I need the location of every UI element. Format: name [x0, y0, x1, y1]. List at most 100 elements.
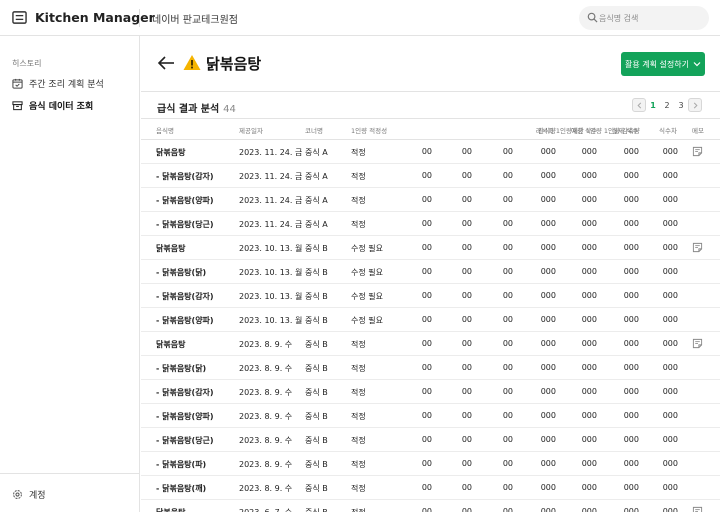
expected-count: 000	[581, 291, 597, 300]
serve-date: 2023. 8. 9. 수	[239, 340, 293, 349]
portion-reduction: 00	[502, 507, 513, 512]
limit-portion: 00	[461, 387, 472, 396]
search-box[interactable]	[579, 6, 709, 30]
corner-name: 중식 A	[305, 220, 328, 229]
sidebar-item-label: 주간 조리 계획 분석	[29, 79, 104, 90]
expected-count: 000	[581, 411, 597, 420]
memo-icon[interactable]	[692, 338, 703, 349]
actual-count: 000	[623, 195, 639, 204]
plan-settings-button[interactable]: 활용 계획 설정하기	[621, 52, 705, 76]
column-header[interactable]: 식수차	[659, 125, 677, 135]
portion-fitness: 적정	[351, 412, 366, 421]
top-bar: Kitchen Manager 네이버 판교테크원점	[0, 0, 720, 36]
food-name: 닭볶음탕	[156, 148, 186, 157]
expected-count: 000	[581, 339, 597, 348]
search-input[interactable]	[599, 10, 703, 26]
column-header[interactable]: 잔식량	[538, 125, 556, 135]
table-row[interactable]: 닭볶음탕 2023. 10. 13. 월 중식 B 수정 필요 00 00 00 000 000…	[141, 236, 720, 260]
expected-count: 000	[581, 387, 597, 396]
portion-reduction: 00	[502, 435, 513, 444]
recipe-portion: 00	[421, 435, 432, 444]
limit-portion: 00	[461, 291, 472, 300]
sidebar-item-weekly-plan[interactable]: 주간 조리 계획 분석	[12, 75, 104, 91]
memo-icon[interactable]	[692, 242, 703, 253]
limit-portion: 00	[461, 171, 472, 180]
leftover-amount: 000	[540, 267, 556, 276]
table-row[interactable]: 닭볶음탕 2023. 8. 9. 수 중식 B 적정 00 00 00 000 000 000 00…	[141, 332, 720, 356]
portion-reduction: 00	[502, 267, 513, 276]
recipe-portion: 00	[421, 507, 432, 512]
sidebar-item-food-data[interactable]: 음식 데이터 조회	[12, 97, 93, 113]
limit-portion: 00	[461, 267, 472, 276]
limit-portion: 00	[461, 243, 472, 252]
column-header[interactable]: 메모	[692, 125, 704, 135]
leftover-amount: 000	[540, 243, 556, 252]
store-name: 네이버 판교테크원점	[152, 15, 238, 26]
serve-date: 2023. 10. 13. 월	[239, 244, 303, 253]
memo-icon[interactable]	[692, 506, 703, 512]
table-row[interactable]: - 닭볶음탕(양파) 2023. 11. 24. 금 중식 A 적정 00 00 00 000…	[141, 188, 720, 212]
memo-icon[interactable]	[692, 146, 703, 157]
column-header[interactable]: 1인량 적정성	[351, 125, 387, 135]
back-arrow-icon[interactable]	[157, 55, 175, 71]
corner-name: 중식 B	[305, 436, 328, 445]
table-row[interactable]: - 닭볶음탕(감자) 2023. 8. 9. 수 중식 B 적정 00 00 00 000 00…	[141, 380, 720, 404]
count-diff: 000	[662, 243, 678, 252]
page-number-2[interactable]: 2	[660, 101, 674, 110]
limit-portion: 00	[461, 507, 472, 512]
actual-count: 000	[623, 387, 639, 396]
expected-count: 000	[581, 147, 597, 156]
leftover-amount: 000	[540, 363, 556, 372]
table-row[interactable]: 닭볶음탕 2023. 11. 24. 금 중식 A 적정 00 00 00 000 000 000…	[141, 140, 720, 164]
serve-date: 2023. 8. 9. 수	[239, 388, 293, 397]
portion-reduction: 00	[502, 171, 513, 180]
limit-portion: 00	[461, 483, 472, 492]
next-page-button[interactable]	[688, 98, 702, 112]
column-header[interactable]: 실제 식수	[612, 125, 638, 135]
portion-reduction: 00	[502, 387, 513, 396]
table-row[interactable]: - 닭볶음탕(양파) 2023. 8. 9. 수 중식 B 적정 00 00 00 000 00…	[141, 404, 720, 428]
sidebar-item-label: 계정	[29, 490, 46, 501]
sidebar-item-account[interactable]: 계정	[12, 486, 46, 502]
table-row[interactable]: - 닭볶음탕(깨) 2023. 8. 9. 수 중식 B 적정 00 00 00 000 000…	[141, 476, 720, 500]
table-row[interactable]: 닭볶음탕2023. 6. 7. 수중식 B적정00000000000000000…	[141, 500, 720, 512]
serve-date: 2023. 11. 24. 금	[239, 220, 303, 229]
count-diff: 000	[662, 195, 678, 204]
corner-name: 중식 B	[305, 507, 328, 512]
search-icon	[587, 12, 598, 23]
expected-count: 000	[581, 171, 597, 180]
leftover-amount: 000	[540, 195, 556, 204]
table-row[interactable]: - 닭볶음탕(감자) 2023. 11. 24. 금 중식 A 적정 00 00 00 000…	[141, 164, 720, 188]
prev-page-button[interactable]	[632, 98, 646, 112]
table-row[interactable]: - 닭볶음탕(당근) 2023. 8. 9. 수 중식 B 적정 00 00 00 000 00…	[141, 428, 720, 452]
expected-count: 000	[581, 459, 597, 468]
actual-count: 000	[623, 435, 639, 444]
food-name: - 닭볶음탕(깨)	[156, 484, 207, 493]
column-header[interactable]: 예상 식수	[571, 125, 597, 135]
table-row[interactable]: - 닭볶음탕(닭) 2023. 10. 13. 월 중식 B 수정 필요 00 00 00 0…	[141, 260, 720, 284]
chevron-down-icon	[693, 62, 701, 67]
portion-reduction: 00	[502, 147, 513, 156]
count-diff: 000	[662, 435, 678, 444]
column-header[interactable]: 코너명	[305, 125, 323, 135]
table-row[interactable]: - 닭볶음탕(양파) 2023. 10. 13. 월 중식 B 수정 필요 00 00 00…	[141, 308, 720, 332]
food-name: - 닭볶음탕(감자)	[156, 172, 214, 181]
menu-icon[interactable]	[12, 10, 27, 25]
table-row[interactable]: - 닭볶음탕(당근) 2023. 11. 24. 금 중식 A 적정 00 00 00 000…	[141, 212, 720, 236]
serve-date: 2023. 11. 24. 금	[239, 196, 303, 205]
leftover-amount: 000	[540, 291, 556, 300]
portion-fitness: 적정	[351, 388, 366, 397]
count-diff: 000	[662, 339, 678, 348]
limit-portion: 00	[461, 435, 472, 444]
column-header[interactable]: 음식명	[156, 125, 174, 135]
column-header[interactable]: 제공일자	[239, 125, 263, 135]
page-number-3[interactable]: 3	[674, 101, 688, 110]
limit-portion: 00	[461, 363, 472, 372]
corner-name: 중식 A	[305, 196, 328, 205]
table-row[interactable]: - 닭볶음탕(파) 2023. 8. 9. 수 중식 B 적정 00 00 00 000 000…	[141, 452, 720, 476]
portion-fitness: 적정	[351, 148, 366, 157]
table-row[interactable]: - 닭볶음탕(닭) 2023. 8. 9. 수 중식 B 적정 00 00 00 000 000…	[141, 356, 720, 380]
recipe-portion: 00	[421, 483, 432, 492]
page-number-1[interactable]: 1	[646, 101, 660, 110]
table-row[interactable]: - 닭볶음탕(감자) 2023. 10. 13. 월 중식 B 수정 필요 00 00 00…	[141, 284, 720, 308]
